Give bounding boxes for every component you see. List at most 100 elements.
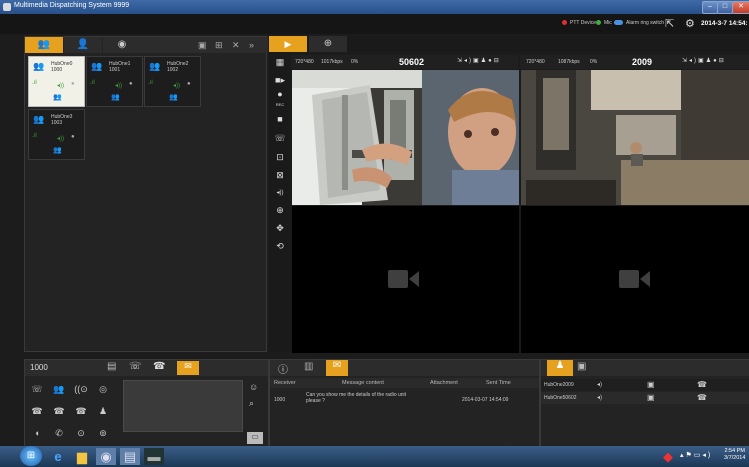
device-card-hubone0[interactable]: 👥 HubOne0 1000 .ıl ◂)) ● 👥 — [28, 56, 85, 107]
app-icon — [3, 3, 11, 11]
speaker-icon[interactable]: ◖ — [29, 426, 45, 440]
speaker-icon[interactable]: ◂) — [597, 394, 602, 401]
snapshot-icon[interactable]: ▣ — [647, 380, 655, 389]
monitor-icon[interactable]: ▣ — [198, 37, 207, 53]
rotate-icon[interactable]: ⟲ — [273, 239, 287, 253]
intercom-icon[interactable]: ⊚ — [95, 426, 111, 440]
message-input[interactable] — [123, 380, 243, 432]
video-user-icon[interactable]: ♟ — [547, 360, 573, 376]
tab-add-video[interactable]: ⊕ — [309, 36, 347, 52]
system-tray-icons[interactable]: ▴⚑▭◂) — [680, 451, 712, 459]
inbox-icon[interactable]: ▥ — [304, 361, 313, 372]
device-card-hubone3[interactable]: 👥 HubOne3 1003 .ıl ◂)) ● 👥 — [28, 109, 85, 160]
minimize-button[interactable]: – — [702, 1, 718, 14]
tab-groups[interactable]: 👥 — [25, 37, 63, 53]
dial-number-field[interactable]: 1000 — [30, 363, 48, 372]
phone-hold-icon[interactable]: ☎ — [73, 404, 89, 418]
video-feed-50602[interactable] — [291, 69, 520, 206]
ptt-label: PTT Device — [570, 20, 597, 26]
link-icon[interactable]: ⊕ — [273, 203, 287, 217]
grid-layout-icon[interactable]: ▦ — [273, 55, 287, 69]
close-window-button[interactable]: ✕ — [732, 1, 749, 14]
alarm-switch[interactable]: Alarm ring switch — [614, 20, 664, 26]
device-card-hubone1[interactable]: 👥 HubOne1 1001 .ıl ◂)) ● 👥 — [86, 56, 143, 107]
record-icon[interactable]: ● — [187, 81, 191, 87]
stop-icon[interactable]: ■ — [273, 112, 287, 126]
group-call-icon[interactable]: 👥 — [169, 93, 178, 101]
record-icon[interactable]: ● — [129, 81, 133, 87]
headset-icon[interactable]: ◎ — [95, 382, 111, 396]
outbox-icon[interactable]: ✉ — [326, 360, 348, 376]
mute-icon[interactable]: ✆ — [51, 426, 67, 440]
phone-alt-icon[interactable]: ☎ — [51, 404, 67, 418]
group-call-icon[interactable]: 👥 — [51, 382, 67, 396]
video-feed-2009[interactable] — [520, 69, 749, 206]
internet-explorer-icon[interactable]: e — [48, 448, 68, 465]
table-row[interactable]: HubOne50602 ◂) ▣ ☎ — [541, 392, 749, 404]
attach-icon[interactable]: ⌕ — [249, 398, 254, 409]
phone-icon[interactable]: ☎ — [29, 404, 45, 418]
video-slot-empty-2[interactable] — [520, 205, 749, 354]
speaker-out-icon[interactable]: ■▸ — [273, 73, 287, 87]
speaker-icon[interactable]: ◂)) — [57, 82, 64, 89]
group-call-icon[interactable]: 👥 — [53, 146, 62, 154]
conference-icon[interactable]: ⊙ — [73, 426, 89, 440]
tab-users[interactable]: 👤 — [64, 37, 102, 53]
snapshot-icon[interactable]: ▣ — [647, 393, 655, 402]
answer-call-icon[interactable]: ☏ — [29, 382, 45, 396]
volume-icon[interactable]: ◂)) — [273, 186, 287, 200]
start-button-icon[interactable]: ⊞ — [20, 446, 42, 466]
record-icon[interactable]: ● — [71, 81, 75, 87]
video-grid-icon[interactable]: ▣ — [577, 361, 586, 372]
video-slot-empty-1[interactable] — [291, 205, 520, 354]
left-toolbar: ▣ ⊞ ✕ » — [141, 37, 268, 53]
tab-cameras[interactable]: ◉ — [103, 37, 141, 53]
file-explorer-icon[interactable]: ▆ — [72, 448, 92, 465]
group-call-icon[interactable]: 👥 — [111, 93, 120, 101]
speaker-icon[interactable]: ◂) — [597, 381, 602, 388]
message-tabs: ⓘ ▥ ✉ — [270, 360, 539, 376]
close-icon[interactable]: ✕ — [232, 37, 240, 53]
broadcast-icon[interactable]: ((⊙ — [73, 382, 89, 396]
hangup-icon[interactable]: ☎ — [697, 393, 707, 402]
forward-icon[interactable]: » — [249, 37, 254, 53]
snapshot-icon[interactable]: ⊡ — [273, 150, 287, 164]
app-icon-1[interactable]: ◉ — [96, 448, 116, 465]
command-prompt-icon[interactable]: ▬ — [144, 448, 164, 465]
hangup-icon[interactable]: ☎ — [697, 380, 707, 389]
speaker-icon[interactable]: ◂)) — [173, 82, 180, 89]
maximize-button[interactable]: □ — [717, 1, 733, 14]
speaker-icon[interactable]: ◂)) — [115, 82, 122, 89]
table-row[interactable]: 1000 Can you show me the details of the … — [270, 390, 539, 408]
hangup-icon[interactable]: ☎ — [153, 361, 165, 372]
taskbar-clock[interactable]: 2:54 PM 3/7/2014 — [724, 448, 745, 462]
table-row[interactable]: HubOne2009 ◂) ▣ ☎ — [541, 379, 749, 391]
settings-gear-icon[interactable]: ⚙ — [685, 17, 695, 30]
stream-controls[interactable]: ⇲◂)▣♟●⊟ — [682, 57, 726, 64]
tab-video[interactable]: ▶ — [269, 36, 307, 52]
speaker-icon[interactable]: ◂)) — [57, 135, 64, 142]
transfer-icon[interactable]: ♟ — [95, 404, 111, 418]
group-add-icon[interactable]: ⊞ — [215, 37, 223, 53]
emoji-icon[interactable]: ☺ — [249, 382, 258, 392]
video-frame-image — [521, 70, 749, 205]
call-panel: 1000 ▤ ☏ ☎ ✉ ☏ 👥 ((⊙ ◎ ☎ ☎ ☎ ♟ ◖ ✆ ⊙ ⊚ ☺… — [24, 359, 269, 448]
app-icon-2[interactable]: ▤ — [120, 448, 140, 465]
tray-app-icon[interactable]: ◆ — [658, 448, 678, 465]
send-button[interactable]: ▭ — [247, 432, 263, 444]
snapshot-alt-icon[interactable]: ⊠ — [273, 168, 287, 182]
call-icon[interactable]: ☏ — [273, 131, 287, 145]
logout-icon[interactable]: ⇱ — [665, 17, 674, 30]
stream-loss: 0% — [590, 59, 598, 65]
group-call-icon[interactable]: 👥 — [53, 93, 62, 101]
status-bar: PTT Device Mic Alarm ring switch ⇱ ⚙ 201… — [0, 14, 749, 34]
device-card-hubone2[interactable]: 👥 HubOne2 1002 .ıl ◂)) ● 👥 — [144, 56, 201, 107]
record-icon[interactable]: ● — [71, 134, 75, 140]
message-icon[interactable]: ✉ — [177, 361, 199, 375]
alert-icon[interactable]: ⓘ — [278, 361, 288, 376]
ptz-icon[interactable]: ✥ — [273, 221, 287, 235]
stream-controls[interactable]: ⇲◂)▣♟●⊟ — [457, 57, 501, 64]
record-button[interactable]: ● REC — [273, 90, 287, 108]
keypad-icon[interactable]: ▤ — [107, 361, 116, 372]
call-icon[interactable]: ☏ — [129, 361, 142, 372]
